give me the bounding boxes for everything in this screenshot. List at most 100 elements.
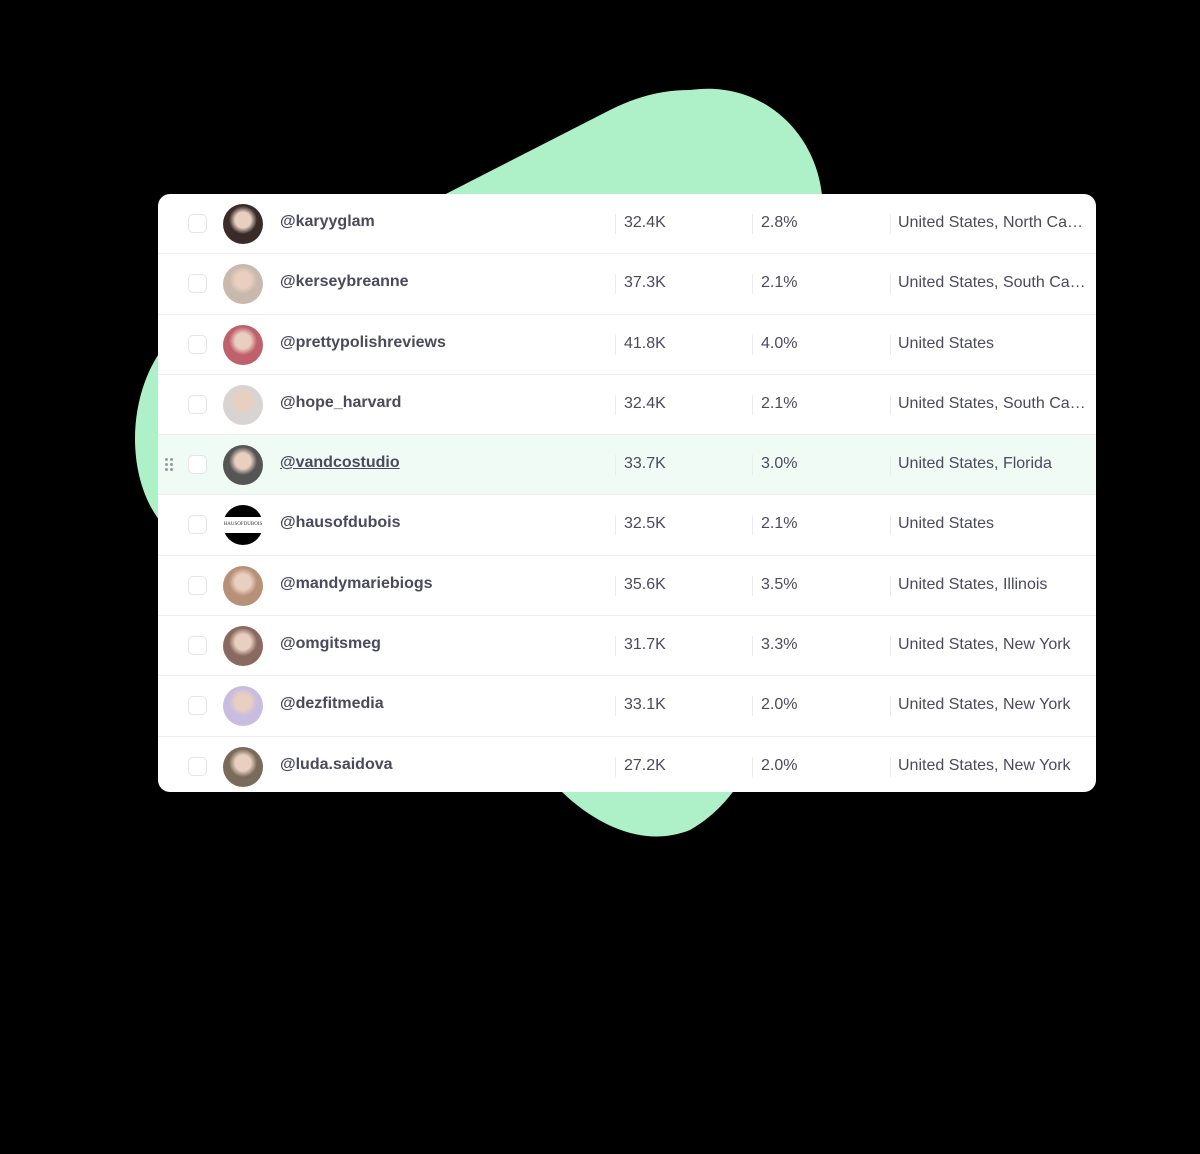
divider (890, 394, 891, 415)
avatar (223, 264, 263, 305)
divider (615, 515, 616, 536)
divider (615, 636, 616, 657)
engagement-rate: 4.0% (761, 334, 798, 352)
table-row[interactable]: @prettypolishreviews 41.8K 4.0% United Stat… (158, 315, 1096, 375)
divider (890, 575, 891, 596)
handle-link[interactable]: @luda.saidova (280, 756, 393, 774)
divider (890, 636, 891, 657)
followers: 35.6K (624, 575, 666, 593)
engagement-rate: 2.1% (761, 394, 798, 412)
divider (890, 214, 891, 234)
row-checkbox[interactable] (188, 394, 207, 414)
divider (752, 334, 753, 355)
location: United States (898, 515, 995, 533)
engagement-rate: 2.0% (761, 756, 798, 774)
table-row[interactable]: @luda.saidova 27.2K 2.0% United States, New… (158, 737, 1096, 792)
divider (615, 756, 616, 777)
table-row[interactable]: @mandymariebiogs 35.6K 3.5% United States, … (158, 556, 1096, 617)
divider (615, 696, 616, 717)
divider (615, 214, 616, 234)
handle-link[interactable]: @hausofdubois (280, 514, 400, 532)
engagement-rate: 2.0% (761, 696, 798, 714)
avatar (223, 324, 263, 365)
engagement-rate: 2.1% (761, 274, 798, 292)
location: United States, New York (898, 696, 1071, 714)
table-row[interactable]: @vandcostudio 33.7K 3.0% United States, Flo… (158, 435, 1096, 496)
handle-link[interactable]: @prettypolishreviews (280, 334, 446, 352)
location: United States (898, 334, 995, 352)
divider (752, 394, 753, 415)
divider (890, 455, 891, 476)
location: United States, South Carolina (898, 394, 1086, 412)
followers: 32.4K (624, 394, 666, 412)
avatar (223, 204, 263, 244)
divider (615, 575, 616, 596)
engagement-rate: 3.3% (761, 636, 798, 654)
row-checkbox[interactable] (188, 636, 207, 656)
avatar: HAUSOFDUBOIS (223, 505, 263, 546)
divider (752, 515, 753, 536)
row-checkbox[interactable] (188, 455, 207, 475)
divider (615, 455, 616, 476)
avatar (223, 384, 263, 425)
engagement-rate: 3.5% (761, 575, 798, 593)
location: United States, Florida (898, 455, 1052, 473)
followers: 37.3K (624, 274, 666, 292)
followers: 41.8K (624, 334, 666, 352)
divider (615, 274, 616, 295)
location: United States, New York (898, 756, 1071, 774)
table-row[interactable]: @dezfitmedia 33.1K 2.0% United States, New … (158, 676, 1096, 737)
divider (752, 575, 753, 596)
divider (890, 274, 891, 295)
divider (752, 274, 753, 295)
table-row[interactable]: @omgitsmeg 31.7K 3.3% United States, New Yo… (158, 616, 1096, 677)
handle-link[interactable]: @vandcostudio (280, 454, 400, 472)
divider (752, 756, 753, 777)
divider (890, 515, 891, 536)
row-checkbox[interactable] (188, 214, 207, 233)
divider (615, 394, 616, 415)
avatar (223, 746, 263, 787)
location: United States, Illinois (898, 575, 1048, 593)
handle-link[interactable]: @mandymariebiogs (280, 575, 433, 593)
handle-link[interactable]: @hope_harvard (280, 394, 401, 412)
followers: 33.1K (624, 696, 666, 714)
drag-handle-icon[interactable] (165, 458, 175, 472)
row-checkbox[interactable] (188, 575, 207, 595)
engagement-rate: 2.1% (761, 515, 798, 533)
avatar (223, 626, 263, 667)
followers: 31.7K (624, 636, 666, 654)
divider (890, 696, 891, 717)
table-row[interactable]: @kerseybreanne 37.3K 2.1% United States, So… (158, 254, 1096, 315)
engagement-rate: 3.0% (761, 455, 798, 473)
table-row[interactable]: HAUSOFDUBOIS @hausofdubois 32.5K 2.1% United… (158, 495, 1096, 556)
location: United States, North Carolina (898, 214, 1086, 231)
avatar (223, 445, 263, 486)
followers: 32.5K (624, 515, 666, 533)
followers: 33.7K (624, 455, 666, 473)
divider (752, 214, 753, 234)
followers: 27.2K (624, 756, 666, 774)
divider (615, 334, 616, 355)
row-checkbox[interactable] (188, 756, 207, 776)
followers: 32.4K (624, 214, 666, 231)
divider (890, 756, 891, 777)
location: United States, New York (898, 636, 1071, 654)
location: United States, South Carolina (898, 274, 1086, 292)
divider (752, 636, 753, 657)
divider (890, 334, 891, 355)
influencer-table: @karyyglam 32.4K 2.8% United States, North … (158, 194, 1096, 792)
handle-link[interactable]: @karyyglam (280, 213, 375, 231)
handle-link[interactable]: @omgitsmeg (280, 635, 381, 653)
table-row[interactable]: @hope_harvard 32.4K 2.1% United States, Sou… (158, 375, 1096, 436)
handle-link[interactable]: @dezfitmedia (280, 695, 384, 713)
avatar (223, 565, 263, 606)
row-checkbox[interactable] (188, 515, 207, 535)
avatar (223, 686, 263, 727)
table-row[interactable]: @karyyglam 32.4K 2.8% United States, North … (158, 194, 1096, 255)
row-checkbox[interactable] (188, 274, 207, 294)
handle-link[interactable]: @kerseybreanne (280, 273, 409, 291)
row-checkbox[interactable] (188, 696, 207, 716)
engagement-rate: 2.8% (761, 214, 798, 231)
row-checkbox[interactable] (188, 334, 207, 354)
